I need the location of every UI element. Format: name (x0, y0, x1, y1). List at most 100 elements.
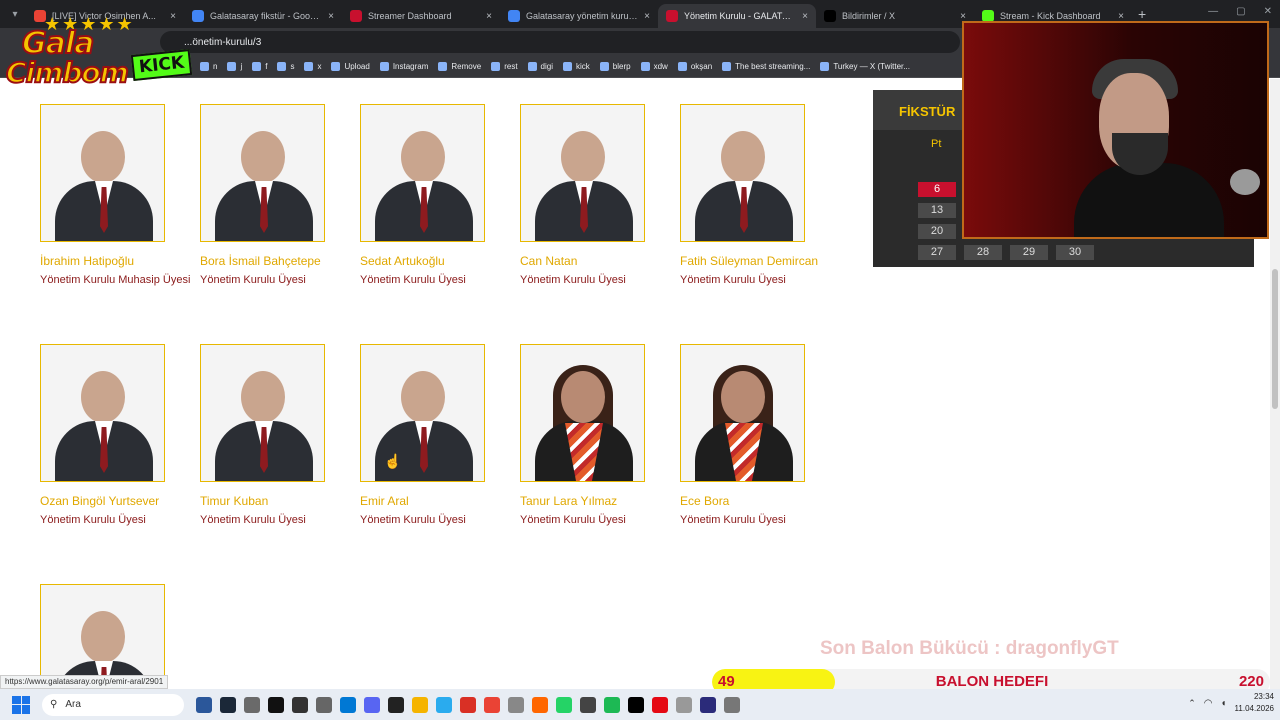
bookmark-item[interactable]: n (200, 62, 217, 71)
bookmark-item[interactable]: s (277, 62, 294, 71)
volume-icon[interactable]: ◖ (1221, 698, 1227, 709)
chevron-up-icon[interactable]: ⌃ (1188, 698, 1196, 709)
browser-tab[interactable]: Galatasaray fikstür - Google'da × (184, 4, 342, 28)
fixture-day-cell[interactable]: 27 (918, 245, 956, 260)
scrollbar-thumb[interactable] (1272, 269, 1278, 409)
taskbar-search[interactable]: ⚲ Ara (42, 693, 184, 716)
taskbar-app-icon[interactable] (676, 696, 692, 713)
bookmark-item[interactable]: okşan (677, 62, 712, 71)
tab-close-icon[interactable]: × (644, 11, 650, 22)
taskbar-app-icon[interactable] (268, 696, 284, 713)
taskbar-app-icon[interactable] (292, 696, 308, 713)
bookmark-item[interactable]: Upload (331, 62, 370, 71)
member-name[interactable]: Fatih Süleyman Demircan (680, 254, 830, 268)
bookmark-item[interactable]: Remove (438, 62, 481, 71)
taskbar-app-icon[interactable] (532, 696, 548, 713)
board-member-card[interactable]: Ece Bora Yönetim Kurulu Üyesi (680, 344, 830, 526)
member-photo[interactable] (680, 344, 805, 482)
board-member-card[interactable]: Fatih Süleyman Demircan Yönetim Kurulu Üy… (680, 104, 830, 286)
bookmark-item[interactable]: blerp (599, 62, 631, 71)
bookmark-item[interactable]: xdw (640, 62, 668, 71)
tab-close-icon[interactable]: × (1118, 11, 1124, 22)
bookmark-item[interactable]: rest (491, 62, 518, 71)
browser-tab[interactable]: Yönetim Kurulu - GALATASARA... × (658, 4, 816, 28)
close-window-icon[interactable]: ✕ (1264, 6, 1272, 17)
taskbar-app-icon[interactable] (340, 696, 356, 713)
taskbar-app-icon[interactable] (652, 696, 668, 713)
board-member-card[interactable]: Can Natan Yönetim Kurulu Üyesi (520, 104, 670, 286)
browser-tab[interactable]: Galatasaray yönetim kurulu - G... × (500, 4, 658, 28)
taskbar-app-icon[interactable] (580, 696, 596, 713)
fixture-day-cell[interactable]: 30 (1056, 245, 1094, 260)
taskbar-app-icon[interactable] (724, 696, 740, 713)
bookmark-item[interactable]: The best streaming... (722, 62, 810, 71)
member-name[interactable]: Tanur Lara Yılmaz (520, 494, 670, 508)
member-name[interactable]: Ozan Bingöl Yurtsever (40, 494, 190, 508)
member-photo[interactable] (40, 344, 165, 482)
member-name[interactable]: Can Natan (520, 254, 670, 268)
tab-close-icon[interactable]: × (960, 11, 966, 22)
new-tab-button[interactable]: + (1138, 6, 1146, 22)
board-member-card[interactable]: Tanur Lara Yılmaz Yönetim Kurulu Üyesi (520, 344, 670, 526)
member-name[interactable]: Emir Aral (360, 494, 510, 508)
tab-close-icon[interactable]: × (328, 11, 334, 22)
member-photo[interactable] (520, 344, 645, 482)
member-photo[interactable] (360, 104, 485, 242)
bookmark-item[interactable]: x (304, 62, 321, 71)
taskbar-app-icon[interactable] (604, 696, 620, 713)
fixture-day-cell[interactable]: 28 (964, 245, 1002, 260)
bookmark-item[interactable]: Turkey — X (Twitter... (820, 62, 910, 71)
fixture-day-cell[interactable]: 6 (918, 182, 956, 197)
bookmark-item[interactable]: digi (527, 62, 553, 71)
board-member-card[interactable]: Timur Kuban Yönetim Kurulu Üyesi (200, 344, 350, 526)
taskbar-app-icon[interactable] (244, 696, 260, 713)
taskbar-app-icon[interactable] (556, 696, 572, 713)
board-member-card[interactable]: Ozan Bingöl Yurtsever Yönetim Kurulu Üyes… (40, 344, 190, 526)
taskbar-app-icon[interactable] (436, 696, 452, 713)
member-name[interactable]: Ece Bora (680, 494, 830, 508)
taskbar-app-icon[interactable] (628, 696, 644, 713)
member-photo[interactable] (360, 344, 485, 482)
url-input[interactable]: ...önetim-kurulu/3 (160, 31, 960, 53)
bookmark-item[interactable]: kick (563, 62, 590, 71)
clock[interactable]: 23:34 11.04.2026 (1235, 691, 1274, 715)
fixture-day-cell[interactable]: 29 (1010, 245, 1048, 260)
taskbar-app-icon[interactable] (460, 696, 476, 713)
tab-close-icon[interactable]: × (486, 11, 492, 22)
tab-close-icon[interactable]: × (802, 11, 808, 22)
bookmark-item[interactable]: Instagram (379, 62, 428, 71)
taskbar-app-icon[interactable] (412, 696, 428, 713)
taskbar-app-icon[interactable] (316, 696, 332, 713)
minimize-icon[interactable]: — (1208, 6, 1218, 17)
member-photo[interactable] (680, 104, 805, 242)
browser-tab[interactable]: Streamer Dashboard × (342, 4, 500, 28)
maximize-icon[interactable]: ▢ (1236, 6, 1245, 17)
taskbar-app-icon[interactable] (220, 696, 236, 713)
board-member-card[interactable]: Emir Aral Yönetim Kurulu Üyesi (360, 344, 510, 526)
fixture-day-cell[interactable]: 20 (918, 224, 956, 239)
windows-start-icon[interactable] (12, 695, 30, 714)
fixture-day-cell[interactable]: 13 (918, 203, 956, 218)
bookmark-item[interactable]: j (227, 62, 242, 71)
member-name[interactable]: Timur Kuban (200, 494, 350, 508)
board-member-card[interactable]: İbrahim Hatipoğlu Yönetim Kurulu Muhasip … (40, 104, 190, 286)
taskbar-app-icon[interactable] (364, 696, 380, 713)
taskbar-app-icon[interactable] (700, 696, 716, 713)
member-name[interactable]: İbrahim Hatipoğlu (40, 254, 190, 268)
member-photo[interactable] (200, 344, 325, 482)
bookmark-item[interactable]: f (252, 62, 267, 71)
member-name[interactable]: Bora İsmail Bahçetepe (200, 254, 350, 268)
board-member-card[interactable]: Bora İsmail Bahçetepe Yönetim Kurulu Üyes… (200, 104, 350, 286)
member-photo[interactable] (200, 104, 325, 242)
member-photo[interactable] (520, 104, 645, 242)
page-scrollbar[interactable] (1270, 79, 1280, 689)
taskbar-app-icon[interactable] (388, 696, 404, 713)
taskbar-app-icon[interactable] (196, 696, 212, 713)
browser-tab[interactable]: Bildirimler / X × (816, 4, 974, 28)
taskbar-app-icon[interactable] (508, 696, 524, 713)
wifi-icon[interactable]: ◠ (1204, 698, 1213, 709)
member-photo[interactable] (40, 104, 165, 242)
board-member-card[interactable]: Sedat Artukoğlu Yönetim Kurulu Üyesi (360, 104, 510, 286)
member-name[interactable]: Sedat Artukoğlu (360, 254, 510, 268)
taskbar-app-icon[interactable] (484, 696, 500, 713)
